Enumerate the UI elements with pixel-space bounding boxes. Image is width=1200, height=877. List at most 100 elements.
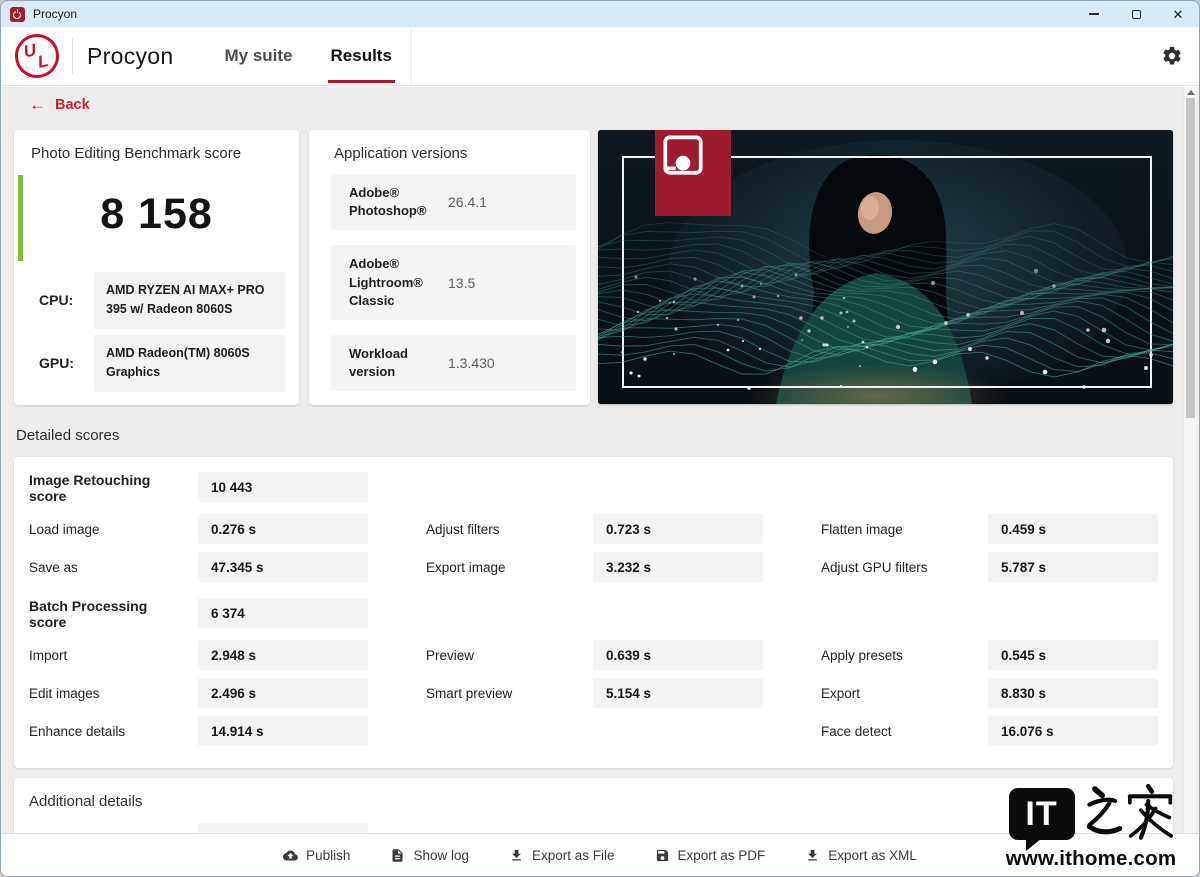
show-log-button[interactable]: Show log [388, 848, 471, 863]
score-value: 2.948 s [198, 640, 368, 670]
vertical-scrollbar[interactable] [1183, 87, 1197, 833]
nav-bar: UL Procyon My suite Results [1, 27, 1199, 86]
score-label: Smart preview [426, 685, 513, 701]
version-row: Adobe® Lightroom® Classic 13.5 [331, 245, 576, 320]
show-log-button-label: Show log [413, 847, 469, 863]
score-value: 0.545 s [988, 640, 1158, 670]
cpu-label: CPU: [39, 292, 74, 309]
score-label: Preview [426, 647, 475, 663]
gpu-row: GPU: AMD Radeon(TM) 8060S Graphics [14, 335, 285, 392]
version-row: Workload version 1.3.430 [331, 334, 576, 392]
export-file-button-label: Export as File [531, 847, 615, 863]
publish-button[interactable]: Publish [281, 848, 352, 863]
scrollbar-thumb[interactable] [1186, 98, 1195, 418]
export-file-button[interactable]: Export as File [507, 848, 617, 863]
score-value: 16.076 s [988, 716, 1158, 746]
titlebar: Procyon ✕ [1, 1, 1199, 27]
version-value: 13.5 [448, 274, 476, 291]
version-value: 1.3.430 [448, 355, 495, 372]
back-button[interactable]: ← Back [29, 96, 90, 113]
window-title: Procyon [33, 7, 78, 21]
score-label: Enhance details [29, 723, 126, 739]
score-row: Save as 47.345 s Export image 3.232 s Adjust… [29, 552, 1158, 582]
score-label: Apply presets [821, 647, 903, 663]
score-label: Load image [29, 521, 100, 537]
score-label: Save as [29, 559, 78, 575]
score-row: Batch Processing score 6 374 [29, 598, 1158, 630]
score-row: Image Retouching score 10 443 [29, 472, 1158, 504]
cpu-value: AMD RYZEN AI MAX+ PRO 395 w/ Radeon 8060… [94, 272, 285, 329]
benchmark-score-value: 8 158 [100, 190, 213, 238]
additional-details-clipped-value [198, 823, 368, 833]
score-value: 14.914 s [198, 716, 368, 746]
score-value: 0.459 s [988, 514, 1158, 544]
application-versions-card: Application versions Adobe® Photoshop® 26… [309, 130, 590, 405]
app-window: Procyon ✕ UL Procyon My suite Results ← … [0, 0, 1200, 877]
score-label: Image Retouching score [29, 472, 151, 504]
nav-tabs: My suite Results [189, 27, 412, 85]
score-row: Enhance details 14.914 s Face detect 16.076… [29, 716, 1158, 746]
document-icon [390, 848, 405, 863]
export-xml-button-label: Export as XML [828, 847, 917, 863]
ithome-bubble-icon: IT [1008, 788, 1075, 851]
ithome-watermark: IT www.ithome.com [993, 776, 1189, 871]
version-row: Adobe® Photoshop® 26.4.1 [331, 174, 576, 231]
maximize-button[interactable] [1115, 1, 1157, 27]
score-label: Export image [426, 559, 506, 575]
benchmark-score-card: Photo Editing Benchmark score 8 158 CPU:… [14, 130, 299, 405]
export-pdf-button-label: Export as PDF [677, 847, 766, 863]
hero-image [598, 130, 1173, 404]
version-label: Workload version [349, 345, 408, 380]
minimize-button[interactable] [1073, 1, 1115, 27]
detailed-scores-grid: Image Retouching score 10 443 Load image 0.… [29, 472, 1158, 746]
ithome-cjk-icon [1086, 784, 1173, 840]
export-xml-button[interactable]: Export as XML [803, 848, 919, 863]
score-card-title: Photo Editing Benchmark score [31, 145, 242, 162]
score-label: Adjust filters [426, 521, 500, 537]
ithome-url: www.ithome.com [1005, 847, 1177, 870]
scroll-up-icon[interactable] [1187, 90, 1195, 95]
score-label: Edit images [29, 685, 100, 701]
gpu-value: AMD Radeon(TM) 8060S Graphics [94, 335, 285, 392]
score-value: 5.154 s [593, 678, 763, 708]
score-value: 0.639 s [593, 640, 763, 670]
cloud-upload-icon [283, 848, 299, 863]
score-label: Face detect [821, 723, 892, 739]
score-label: Import [29, 647, 68, 663]
results-page: ← Back Photo Editing Benchmark score 8 1… [1, 87, 1199, 833]
versions-card-title: Application versions [334, 145, 468, 162]
back-label: Back [55, 96, 90, 113]
publish-button-label: Publish [306, 847, 351, 863]
score-label: Flatten image [821, 521, 903, 537]
close-button[interactable]: ✕ [1157, 1, 1199, 27]
app-brand: Procyon [87, 42, 174, 69]
score-value: 3.232 s [593, 552, 763, 582]
download-icon [805, 848, 820, 863]
score-value: 0.276 s [198, 514, 368, 544]
score-row: Edit images 2.496 s Smart preview 5.154 s Ex… [29, 678, 1158, 708]
version-value: 26.4.1 [448, 194, 487, 211]
gear-icon[interactable] [1161, 45, 1183, 67]
score-value: 6 374 [198, 598, 368, 628]
score-label: Batch Processing score [29, 598, 148, 630]
score-row: Load image 0.276 s Adjust filters 0.723 s Fl… [29, 514, 1158, 544]
score-value: 5.787 s [988, 552, 1158, 582]
score-value: 8.830 s [988, 678, 1158, 708]
score-row: Import 2.948 s Preview 0.639 s Apply presets… [29, 640, 1158, 670]
export-pdf-button[interactable]: Export as PDF [653, 848, 768, 863]
tab-my-suite[interactable]: My suite [221, 27, 295, 85]
versions-list: Adobe® Photoshop® 26.4.1 Adobe® Lightroom®… [331, 174, 576, 392]
detailed-scores-heading: Detailed scores [16, 427, 120, 444]
close-icon: ✕ [1172, 6, 1184, 22]
score-label: Adjust GPU filters [821, 559, 928, 575]
score-value: 0.723 s [593, 514, 763, 544]
ithome-logo-text: IT [1025, 794, 1058, 833]
gpu-label: GPU: [39, 355, 74, 372]
version-label: Adobe® Photoshop® [349, 185, 427, 219]
score-value: 2.496 s [198, 678, 368, 708]
procyon-photo-editing-badge-icon [655, 130, 731, 216]
back-arrow-icon: ← [29, 95, 46, 114]
tab-results[interactable]: Results [327, 27, 396, 85]
app-logo-icon [10, 6, 25, 22]
ithome-logo: IT [993, 776, 1189, 851]
